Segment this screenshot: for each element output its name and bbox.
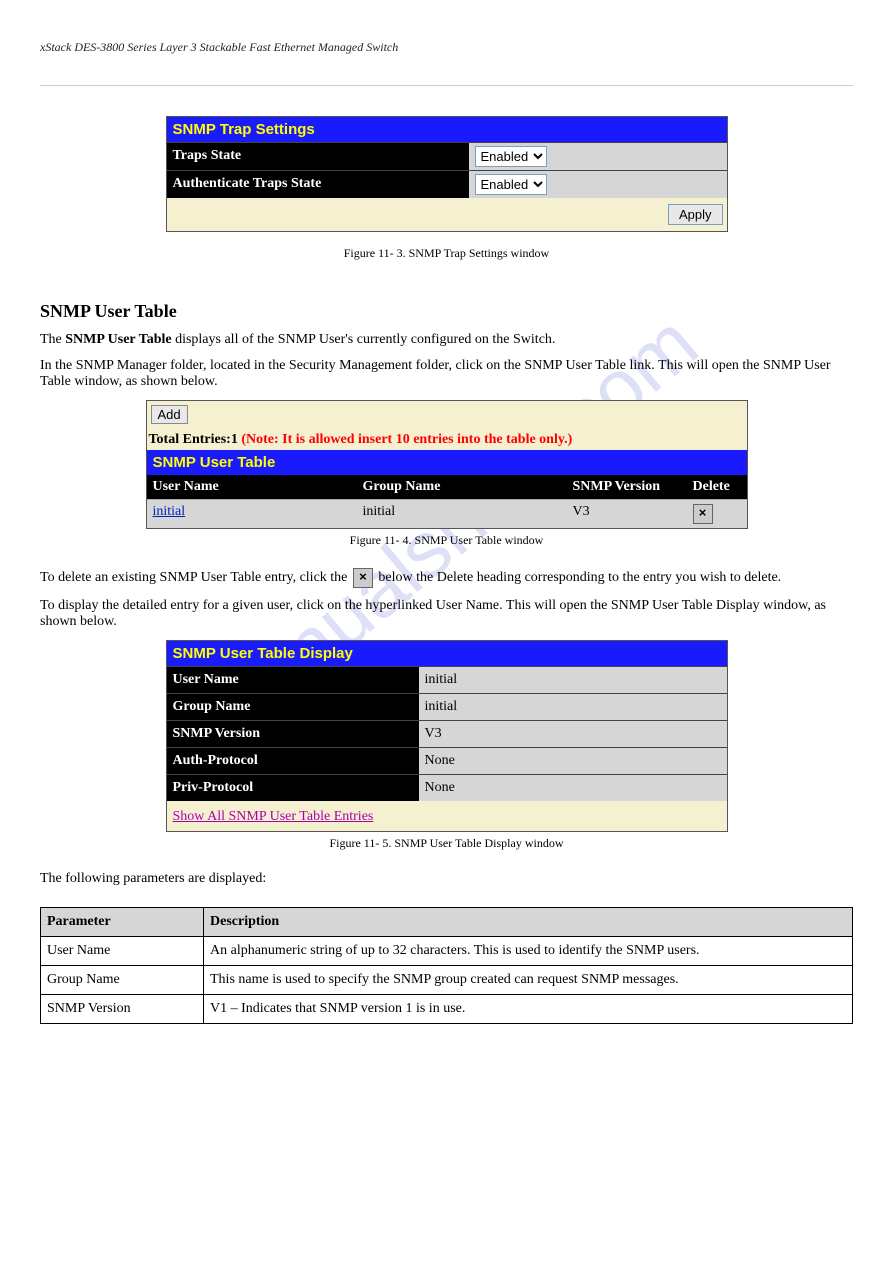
apply-button[interactable]: Apply — [668, 204, 723, 225]
param-header-row: Parameter Description — [41, 908, 853, 937]
param-name: Group Name — [41, 966, 204, 995]
show-all-link[interactable]: Show All SNMP User Table Entries — [173, 809, 374, 824]
snmp-trap-title: SNMP Trap Settings — [167, 117, 727, 142]
disp-val-ver: V3 — [419, 720, 727, 747]
disp-row-group: Group Name initial — [167, 693, 727, 720]
delete-instructions: To delete an existing SNMP User Table en… — [40, 568, 853, 588]
col-del-header: Delete — [687, 475, 742, 499]
param-name: SNMP Version — [41, 995, 204, 1024]
disp-row-user: User Name initial — [167, 666, 727, 693]
user-intro: The SNMP User Table displays all of the … — [40, 332, 853, 348]
col-user-header: User Name — [147, 475, 357, 499]
entries-note: (Note: It is allowed insert 10 entries i… — [241, 432, 572, 447]
trap-caption: Figure 11- 3. SNMP Trap Settings window — [40, 246, 853, 261]
display-title: SNMP User Table Display — [167, 641, 727, 666]
ver-cell: V3 — [567, 500, 687, 528]
disp-val-auth: None — [419, 747, 727, 774]
apply-row: Apply — [167, 198, 727, 231]
display-caption: Figure 11- 5. SNMP User Table Display wi… — [40, 836, 853, 851]
param-name: User Name — [41, 937, 204, 966]
traps-state-field: Enabled — [469, 142, 727, 170]
disp-row-priv: Priv-Protocol None — [167, 774, 727, 801]
close-icon: × — [353, 568, 373, 588]
page-header: xStack DES-3800 Series Layer 3 Stackable… — [40, 40, 853, 55]
param-header-desc: Description — [204, 908, 853, 937]
snmp-user-heading: SNMP User Table — [40, 301, 853, 322]
disp-val-group: initial — [419, 693, 727, 720]
param-desc: This name is used to specify the SNMP gr… — [204, 966, 853, 995]
snmp-user-table-panel: Add Total Entries:1 (Note: It is allowed… — [146, 400, 748, 529]
auth-traps-state-row: Authenticate Traps State Enabled — [167, 170, 727, 198]
auth-traps-state-field: Enabled — [469, 170, 727, 198]
param-header-name: Parameter — [41, 908, 204, 937]
disp-label-priv: Priv-Protocol — [167, 774, 419, 801]
param-desc: V1 – Indicates that SNMP version 1 is in… — [204, 995, 853, 1024]
del-cell: × — [687, 500, 742, 528]
user-nav-text: In the SNMP Manager folder, located in t… — [40, 358, 853, 390]
total-entries-line: Total Entries:1 (Note: It is allowed ins… — [147, 428, 747, 450]
disp-label-ver: SNMP Version — [167, 720, 419, 747]
col-ver-header: SNMP Version — [567, 475, 687, 499]
traps-state-select[interactable]: Enabled — [475, 146, 547, 167]
snmp-user-display-panel: SNMP User Table Display User Name initia… — [166, 640, 728, 832]
disp-val-user: initial — [419, 666, 727, 693]
snmp-trap-panel: SNMP Trap Settings Traps State Enabled A… — [166, 116, 728, 232]
auth-traps-state-label: Authenticate Traps State — [167, 170, 469, 198]
user-table-caption: Figure 11- 4. SNMP User Table window — [40, 533, 853, 548]
parameter-table: Parameter Description User Name An alpha… — [40, 907, 853, 1024]
param-row: User Name An alphanumeric string of up t… — [41, 937, 853, 966]
user-panel-top: Add — [147, 401, 747, 428]
disp-row-auth: Auth-Protocol None — [167, 747, 727, 774]
col-group-header: Group Name — [357, 475, 567, 499]
disp-label-user: User Name — [167, 666, 419, 693]
user-table-header: User Name Group Name SNMP Version Delete — [147, 475, 747, 499]
traps-state-row: Traps State Enabled — [167, 142, 727, 170]
snmp-user-table-title: SNMP User Table — [147, 450, 747, 475]
auth-traps-state-select[interactable]: Enabled — [475, 174, 547, 195]
show-all-row: Show All SNMP User Table Entries — [167, 801, 727, 831]
disp-label-auth: Auth-Protocol — [167, 747, 419, 774]
disp-label-group: Group Name — [167, 693, 419, 720]
param-desc: An alphanumeric string of up to 32 chara… — [204, 937, 853, 966]
display-instructions: To display the detailed entry for a give… — [40, 598, 853, 630]
table-row: initial initial V3 × — [147, 499, 747, 528]
user-link[interactable]: initial — [153, 504, 186, 519]
group-cell: initial — [357, 500, 567, 528]
delete-button[interactable]: × — [693, 504, 713, 524]
user-cell: initial — [147, 500, 357, 528]
disp-row-ver: SNMP Version V3 — [167, 720, 727, 747]
params-intro: The following parameters are displayed: — [40, 871, 853, 887]
param-row: SNMP Version V1 – Indicates that SNMP ve… — [41, 995, 853, 1024]
param-row: Group Name This name is used to specify … — [41, 966, 853, 995]
disp-val-priv: None — [419, 774, 727, 801]
page-header-left: xStack DES-3800 Series Layer 3 Stackable… — [40, 40, 398, 55]
traps-state-label: Traps State — [167, 142, 469, 170]
header-divider — [40, 85, 853, 86]
add-button[interactable]: Add — [151, 405, 188, 424]
